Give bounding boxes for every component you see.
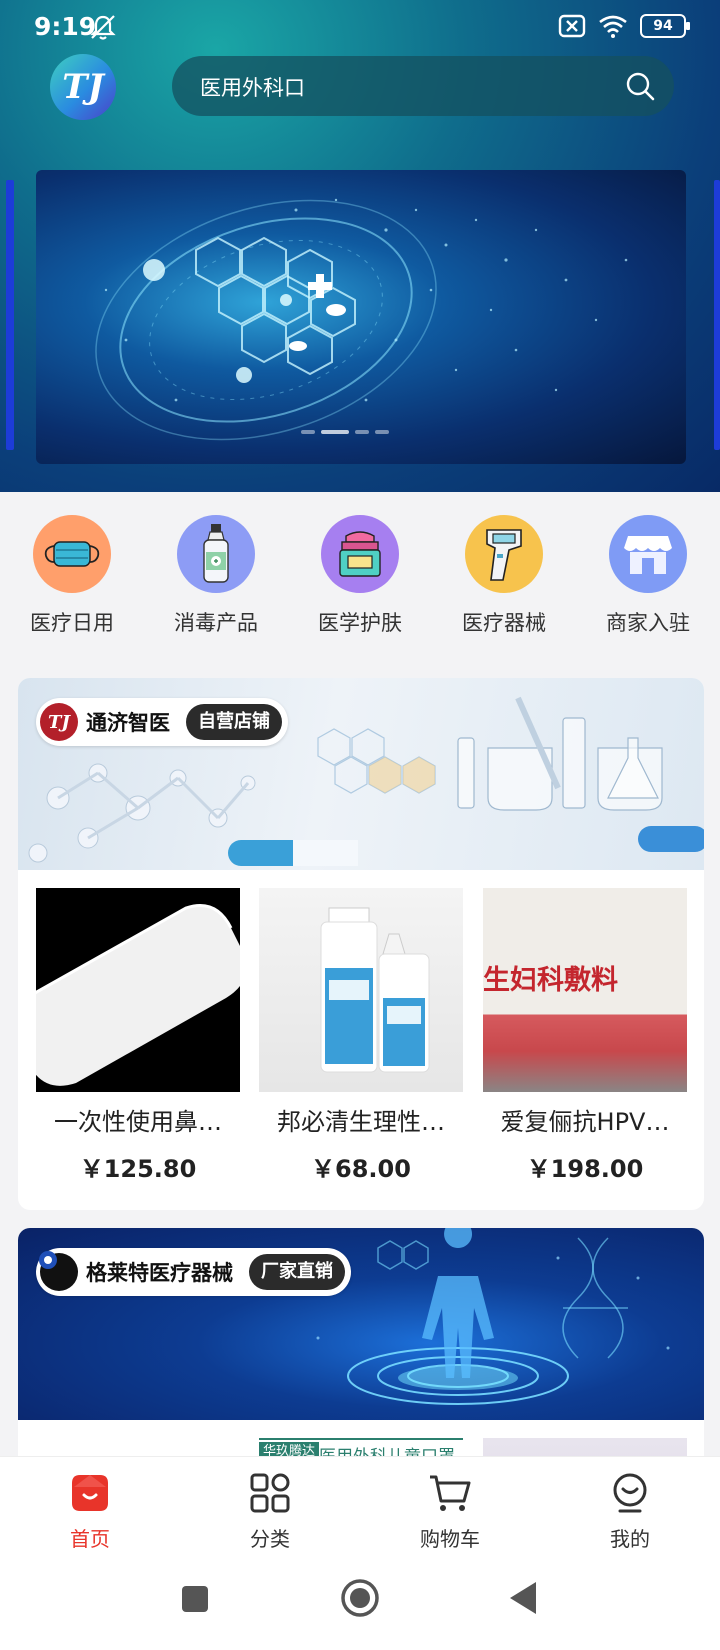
category-grid-icon [250, 1473, 290, 1513]
store-name: 格莱特医疗器械 [86, 1261, 233, 1285]
category-item-skincare[interactable]: 医学护肤 [288, 515, 432, 637]
notification-muted-icon [90, 15, 116, 40]
banner-prev-peek [6, 180, 14, 450]
battery-icon: 94 [640, 14, 690, 38]
store-banner[interactable]: 格莱特医疗器械 厂家直销 [18, 1228, 704, 1420]
tab-label: 首页 [70, 1527, 110, 1551]
status-bar: 9:19 94 [0, 0, 720, 56]
bottom-tab-bar: 首页 分类 购物车 我的 [0, 1456, 720, 1562]
product-image[interactable]: 生妇科敷料 [483, 888, 687, 1092]
back-icon[interactable] [506, 1580, 540, 1616]
store-tag: TJ 通济智医 自营店铺 [36, 698, 288, 746]
tab-home[interactable]: 首页 [0, 1471, 180, 1552]
product-name: 一次性使用鼻… [54, 1108, 222, 1136]
tab-cart[interactable]: 购物车 [360, 1471, 540, 1552]
store-tag: 格莱特医疗器械 厂家直销 [36, 1248, 351, 1296]
product-price: ￥68.00 [311, 1155, 411, 1183]
product-card[interactable]: 邦必清生理性… ￥68.00 [259, 888, 463, 1184]
store-banner[interactable]: TJ 通济智医 自营店铺 [18, 678, 704, 870]
product-name: 爱复俪抗HPV… [500, 1108, 670, 1136]
store-logo: TJ [40, 703, 78, 741]
category-row: 医疗日用 消毒产品 医学护肤 医疗器械 商家入驻 [0, 515, 720, 645]
recent-apps-icon[interactable] [180, 1584, 210, 1614]
sim-none-icon [558, 14, 586, 38]
profile-icon [613, 1473, 647, 1513]
system-nav-bar [0, 1562, 720, 1650]
store-name: 通济智医 [86, 711, 170, 735]
store-badge: 厂家直销 [249, 1254, 345, 1290]
product-image-text: 生妇科敷料 [483, 965, 618, 996]
store-logo [39, 1251, 78, 1291]
cart-icon [430, 1475, 471, 1511]
product-image[interactable] [36, 888, 240, 1092]
wifi-icon [599, 15, 627, 38]
app-logo[interactable]: TJ [50, 54, 116, 120]
medical-tech-illustration [95, 198, 628, 441]
search-icon[interactable] [624, 70, 656, 102]
tab-profile[interactable]: 我的 [540, 1471, 720, 1552]
search-bar[interactable]: 医用外科口 [172, 56, 674, 116]
thermometer-gun-icon [465, 515, 543, 593]
status-time: 9:19 [34, 12, 97, 41]
home-nav-icon[interactable] [340, 1578, 380, 1618]
mask-icon [33, 515, 111, 593]
category-item-devices[interactable]: 医疗器械 [432, 515, 576, 637]
tab-label: 分类 [250, 1527, 290, 1551]
category-item-merchant-join[interactable]: 商家入驻 [576, 515, 720, 637]
tab-label: 我的 [610, 1527, 650, 1551]
product-card[interactable]: 生妇科敷料 爱复俪抗HPV… ￥198.00 [483, 888, 687, 1184]
promo-banner[interactable] [36, 170, 686, 464]
search-input[interactable]: 医用外科口 [200, 72, 305, 102]
product-price: ￥198.00 [526, 1155, 644, 1183]
banner-next-peek [714, 180, 720, 450]
category-label: 医疗器械 [462, 611, 546, 635]
storefront-icon [609, 515, 687, 593]
category-label: 消毒产品 [174, 611, 258, 635]
status-right-cluster: 94 [558, 14, 690, 38]
product-name: 邦必清生理性… [277, 1108, 445, 1136]
store-card[interactable]: TJ 通济智医 自营店铺 一次性使用鼻… ￥125.80 邦必清生理性… ￥68… [18, 678, 704, 1210]
category-item-medical-daily[interactable]: 医疗日用 [0, 515, 144, 637]
home-icon [72, 1475, 108, 1511]
tab-label: 购物车 [420, 1527, 480, 1551]
tab-category[interactable]: 分类 [180, 1471, 360, 1552]
banner-pagination [301, 430, 389, 434]
store-card[interactable]: 格莱特医疗器械 厂家直销 华玖腾达 医用外科儿童口罩 [18, 1228, 704, 1488]
store-badge: 自营店铺 [186, 704, 282, 740]
hero-header: 9:19 94 TJ 医用外科口 [0, 0, 720, 492]
product-price: ￥125.80 [79, 1155, 197, 1183]
category-label: 医学护肤 [318, 611, 402, 635]
disinfectant-bottle-icon [177, 515, 255, 593]
category-label: 医疗日用 [30, 611, 114, 635]
skincare-jar-icon [321, 515, 399, 593]
category-label: 商家入驻 [606, 611, 690, 635]
category-item-disinfection[interactable]: 消毒产品 [144, 515, 288, 637]
product-card[interactable]: 一次性使用鼻… ￥125.80 [36, 888, 240, 1184]
product-image[interactable] [259, 888, 463, 1092]
